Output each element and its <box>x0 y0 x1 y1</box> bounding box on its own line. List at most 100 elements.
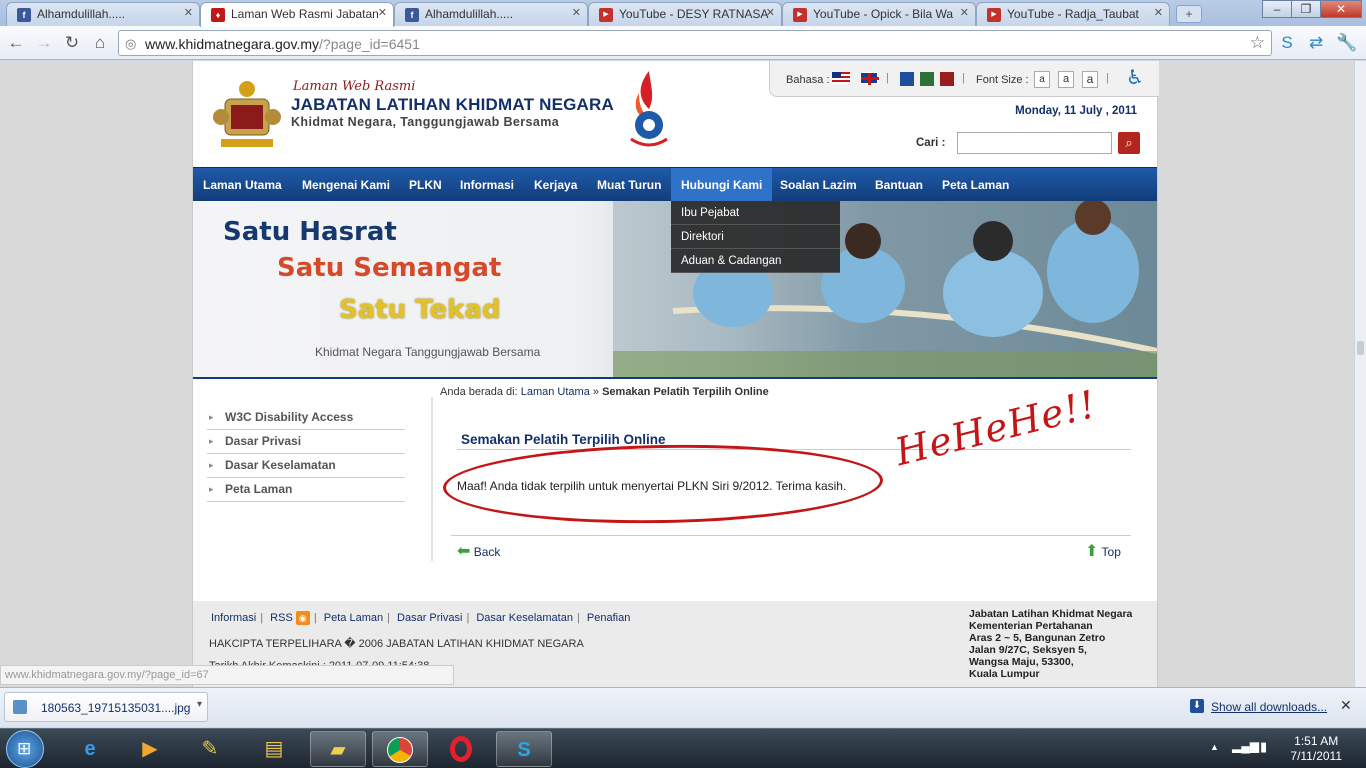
vertical-scrollbar[interactable] <box>1354 61 1366 687</box>
internet-explorer-icon[interactable]: e <box>62 731 118 767</box>
nav-soalan-lazim[interactable]: Soalan Lazim <box>770 168 867 202</box>
close-icon[interactable]: ✕ <box>572 6 581 19</box>
close-icon[interactable]: ✕ <box>766 6 775 19</box>
footer-link-peta-laman[interactable]: Peta Laman <box>324 612 383 624</box>
chevron-down-icon[interactable]: ▾ <box>197 699 202 710</box>
dropdown-aduan-cadangan[interactable]: Aduan & Cadangan <box>671 249 840 273</box>
nav-muat-turun[interactable]: Muat Turun <box>587 168 671 202</box>
system-clock[interactable]: 1:51 AM 7/11/2011 <box>1290 734 1342 764</box>
utility-bar: Bahasa : | | Font Size : a a a | ♿ <box>769 61 1159 97</box>
tab-youtube-1[interactable]: ▶ YouTube - DESY RATNASA ✕ <box>588 2 782 26</box>
home-icon[interactable]: ⌂ <box>90 33 110 53</box>
search-input[interactable] <box>957 132 1112 154</box>
theme-blue-swatch[interactable] <box>900 72 914 86</box>
chrome-icon[interactable] <box>372 731 428 767</box>
tab-title: Laman Web Rasmi Jabatan <box>231 7 379 21</box>
close-icon[interactable]: ✕ <box>184 6 193 19</box>
tab-facebook-1[interactable]: f Alhamdulillah..... ✕ <box>6 2 200 26</box>
status-bar-url: www.khidmatnegara.gov.my/?page_id=67 <box>0 665 454 685</box>
sidebar-item-peta-laman[interactable]: ▸ Peta Laman <box>207 478 405 502</box>
sticky-notes-icon[interactable]: ▰ <box>310 731 366 767</box>
footer-link-penafian[interactable]: Penafian <box>587 612 630 624</box>
close-icon[interactable]: ✕ <box>960 6 969 19</box>
nav-laman-utama[interactable]: Laman Utama <box>193 168 292 202</box>
nav-informasi[interactable]: Informasi <box>450 168 524 202</box>
network-icon[interactable]: ▂▄▆ <box>1232 739 1259 753</box>
uk-flag-icon[interactable] <box>860 72 879 85</box>
footer-link-dasar-keselamatan[interactable]: Dasar Keselamatan <box>476 612 573 624</box>
back-arrow-icon: ⬅ <box>457 543 471 560</box>
new-tab-button[interactable]: + <box>1176 5 1202 23</box>
footer-link-dasar-privasi[interactable]: Dasar Privasi <box>397 612 462 624</box>
nav-plkn[interactable]: PLKN <box>399 168 452 202</box>
opera-icon[interactable] <box>434 731 490 767</box>
reload-icon[interactable]: ↻ <box>62 33 82 53</box>
scrollbar-thumb[interactable] <box>1357 341 1364 355</box>
image-file-icon <box>13 700 27 714</box>
skype-icon[interactable]: S <box>496 731 552 767</box>
site-header: Laman Web Rasmi JABATAN LATIHAN KHIDMAT … <box>193 61 1159 167</box>
minimize-button[interactable]: – <box>1262 0 1292 18</box>
main-nav: Laman Utama Mengenai Kami PLKN Informasi… <box>193 167 1157 202</box>
file-explorer-icon[interactable]: ▤ <box>246 731 302 767</box>
font-small-button[interactable]: a <box>1034 71 1050 88</box>
theme-green-swatch[interactable] <box>920 72 934 86</box>
nav-mengenai-kami[interactable]: Mengenai Kami <box>292 168 400 202</box>
sidebar-item-w3c[interactable]: ▸ W3C Disability Access <box>207 406 405 430</box>
bookmark-star-icon[interactable]: ☆ <box>1250 33 1265 53</box>
clock-date: 7/11/2011 <box>1290 749 1342 763</box>
tab-jabatan[interactable]: ♦ Laman Web Rasmi Jabatan ✕ <box>200 2 394 27</box>
theme-red-swatch[interactable] <box>940 72 954 86</box>
close-icon[interactable]: ✕ <box>1154 6 1163 19</box>
breadcrumb-home-link[interactable]: Laman Utama <box>521 386 590 398</box>
accessibility-icon[interactable]: ♿ <box>1126 65 1144 90</box>
up-arrow-icon: ⬆ <box>1085 543 1099 560</box>
nav-hubungi-kami[interactable]: Hubungi Kami <box>671 168 773 202</box>
battery-icon[interactable]: ▮ <box>1260 739 1267 755</box>
breadcrumb-separator: » <box>592 386 600 398</box>
show-all-downloads-link[interactable]: Show all downloads... <box>1211 700 1327 714</box>
font-large-button[interactable]: a <box>1082 71 1098 88</box>
forward-arrow-icon[interactable]: → <box>34 33 54 53</box>
dropdown-direktori[interactable]: Direktori <box>671 225 840 249</box>
tab-facebook-2[interactable]: f Alhamdulillah..... ✕ <box>394 2 588 26</box>
language-label: Bahasa : <box>786 74 830 86</box>
tab-youtube-2[interactable]: ▶ YouTube - Opick - Bila Wa ✕ <box>782 2 976 26</box>
close-icon[interactable]: ✕ <box>1340 697 1352 714</box>
download-bar: 180563_19715135031....jpg ▾ ⬇ Show all d… <box>0 687 1366 727</box>
back-link[interactable]: ⬅ Back <box>457 541 500 561</box>
nav-peta-laman[interactable]: Peta Laman <box>932 168 1019 202</box>
top-link[interactable]: ⬆ Top <box>1085 541 1121 561</box>
nav-kerjaya[interactable]: Kerjaya <box>524 168 587 202</box>
site-container: Laman Web Rasmi JABATAN LATIHAN KHIDMAT … <box>192 61 1159 687</box>
address-bar[interactable]: ◎ www.khidmatnegara.gov.my/?page_id=6451… <box>118 30 1272 56</box>
start-button[interactable]: ⊞ <box>6 730 44 768</box>
media-player-icon[interactable]: ▶ <box>122 731 178 767</box>
malay-flag-icon[interactable] <box>832 72 850 84</box>
tab-youtube-3[interactable]: ▶ YouTube - Radja_Taubat ✕ <box>976 2 1170 26</box>
site-title: JABATAN LATIHAN KHIDMAT NEGARA <box>291 95 614 114</box>
nav-bantuan[interactable]: Bantuan <box>865 168 933 202</box>
extension-skype-icon[interactable]: S <box>1277 33 1297 53</box>
clock-time: 1:51 AM <box>1294 734 1339 748</box>
wrench-menu-icon[interactable]: 🔧 <box>1336 33 1357 53</box>
footer-link-informasi[interactable]: Informasi <box>211 612 256 624</box>
paint-icon[interactable]: ✎ <box>182 731 238 767</box>
sidebar-item-dasar-keselamatan[interactable]: ▸ Dasar Keselamatan <box>207 454 405 478</box>
current-date: Monday, 11 July , 2011 <box>1015 105 1137 117</box>
extension-icon[interactable]: ⇄ <box>1306 33 1326 53</box>
maximize-button[interactable]: ❐ <box>1291 0 1321 18</box>
back-arrow-icon[interactable]: ← <box>6 33 26 53</box>
sidebar-item-dasar-privasi[interactable]: ▸ Dasar Privasi <box>207 430 405 454</box>
window-close-button[interactable]: ✕ <box>1320 0 1362 18</box>
show-hidden-icons-icon[interactable]: ▲ <box>1210 742 1219 752</box>
rss-icon[interactable]: ◉ <box>295 611 310 625</box>
dropdown-ibu-pejabat[interactable]: Ibu Pejabat <box>671 201 840 225</box>
font-medium-button[interactable]: a <box>1058 71 1074 88</box>
search-button[interactable]: ⌕ <box>1118 132 1140 154</box>
page-info-icon[interactable]: ◎ <box>125 36 136 52</box>
close-icon[interactable]: ✕ <box>378 6 387 19</box>
breadcrumb-current: Semakan Pelatih Terpilih Online <box>602 386 769 398</box>
footer-link-rss[interactable]: RSS <box>270 612 293 624</box>
download-item[interactable]: 180563_19715135031....jpg ▾ <box>4 692 208 722</box>
